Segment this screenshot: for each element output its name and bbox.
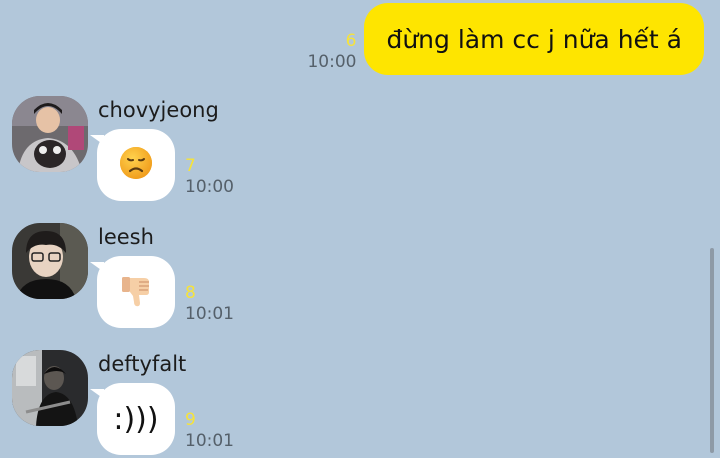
- chat-room[interactable]: 6 10:00 đừng làm cc j nữa hết á chovyjeo…: [0, 0, 720, 458]
- outgoing-message: 6 10:00 đừng làm cc j nữa hết á: [307, 3, 704, 75]
- sender-name[interactable]: deftyfalt: [98, 352, 186, 376]
- sender-name[interactable]: leesh: [98, 225, 154, 249]
- unread-count: 6: [345, 31, 357, 51]
- outgoing-bubble[interactable]: đừng làm cc j nữa hết á: [364, 3, 704, 75]
- sender-name[interactable]: chovyjeong: [98, 98, 219, 122]
- message-meta: 8 10:01: [185, 283, 234, 325]
- avatar[interactable]: [12, 350, 88, 426]
- message-meta: 7 10:00: [185, 156, 234, 198]
- message-time: 10:00: [307, 52, 357, 72]
- message-meta: 6 10:00: [307, 31, 356, 73]
- unread-count: 8: [185, 283, 196, 303]
- message-time: 10:00: [185, 177, 234, 197]
- avatar[interactable]: [12, 223, 88, 299]
- avatar[interactable]: [12, 96, 88, 172]
- sad-face-emoji-icon: [119, 146, 153, 184]
- message-meta: 9 10:01: [185, 410, 234, 452]
- thumbs-down-emoji-icon: [118, 272, 154, 312]
- message-time: 10:01: [185, 431, 234, 451]
- message-time: 10:01: [185, 304, 234, 324]
- unread-count: 7: [185, 156, 196, 176]
- incoming-bubble[interactable]: [90, 256, 175, 328]
- incoming-bubble[interactable]: [90, 129, 175, 201]
- unread-count: 9: [185, 410, 196, 430]
- scrollbar[interactable]: [710, 248, 714, 453]
- incoming-bubble[interactable]: :))): [90, 383, 175, 455]
- message-text: :))): [113, 401, 159, 437]
